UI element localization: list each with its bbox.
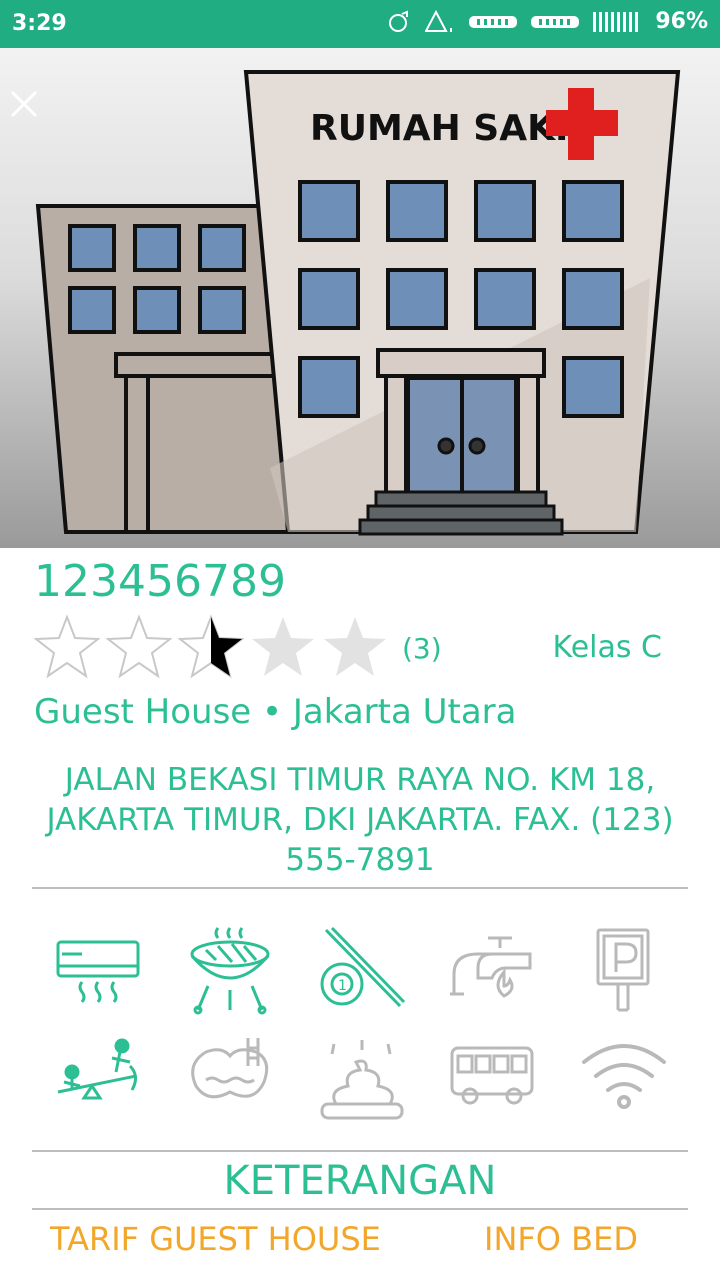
billiard-icon: 1 (320, 926, 406, 1008)
hospital-illustration: RUMAH SAKIT (35, 70, 681, 536)
tab-info-bed[interactable]: INFO BED (484, 1220, 638, 1258)
signal-dots-icon (531, 15, 580, 28)
parking-icon (596, 928, 650, 1012)
hot-water-tap-icon (450, 936, 532, 998)
toilet-icon (320, 1040, 404, 1120)
section-keterangan: KETERANGAN (223, 1158, 497, 1204)
warning-icon (425, 9, 453, 32)
star-gray-icon (324, 617, 386, 676)
divider (32, 887, 688, 889)
star-half-icon (178, 614, 244, 679)
rating-stars (34, 614, 388, 680)
address: JALAN BEKASI TIMUR RAYA NO. KM 18, JAKAR… (46, 762, 674, 878)
signal-dots-icon (469, 15, 518, 28)
barbecue-grill-icon (190, 927, 270, 1015)
hero-image: RUMAH SAKIT (0, 48, 720, 548)
facility-name: 123456789 (34, 556, 286, 607)
divider (32, 1150, 688, 1152)
air-conditioner-icon (56, 940, 140, 1003)
review-count: (3) (402, 632, 442, 665)
star-gray-icon (252, 617, 314, 676)
class-label: Kelas C (552, 630, 662, 665)
swimming-pool-icon (191, 1038, 269, 1099)
status-time: 3:29 (12, 11, 67, 36)
svg-text:1: 1 (338, 978, 347, 994)
wifi-icon (582, 1044, 666, 1109)
star-empty-icon (106, 614, 172, 679)
star-empty-icon (34, 614, 100, 679)
tab-tarif-guest-house[interactable]: TARIF GUEST HOUSE (50, 1220, 381, 1258)
alarm-icon (389, 10, 409, 32)
category-location: Guest House • Jakarta Utara (34, 692, 517, 732)
battery-percent: 96% (655, 9, 708, 34)
divider (32, 1208, 688, 1210)
battery-bars-icon (593, 11, 639, 32)
bus-icon (450, 1046, 534, 1105)
close-icon[interactable] (8, 88, 40, 120)
status-bar: 3:29 96% (0, 0, 720, 48)
playground-seesaw-icon (57, 1038, 137, 1100)
